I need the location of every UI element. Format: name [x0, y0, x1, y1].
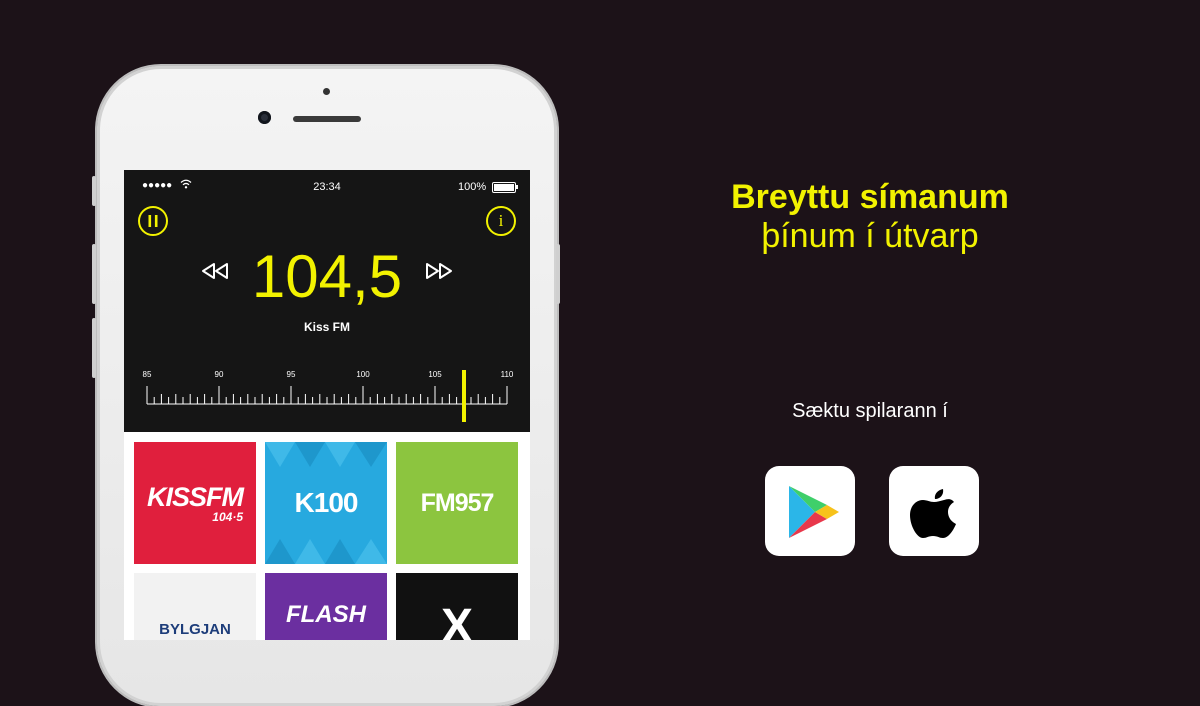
frequency-dial[interactable]: 85 90 95 100 105 110	[142, 370, 513, 410]
front-camera	[258, 111, 271, 124]
info-button[interactable]: i	[486, 206, 516, 236]
google-play-button[interactable]	[765, 466, 855, 556]
google-play-icon	[789, 486, 839, 538]
dial-label: 110	[500, 370, 514, 379]
volume-up-button	[92, 244, 96, 304]
station-tile-label: X	[440, 600, 473, 640]
dial-label: 100	[356, 370, 370, 379]
dial-label: 95	[286, 370, 296, 379]
dial-label: 85	[142, 370, 152, 379]
proximity-sensor	[323, 88, 330, 95]
promo-headline: Breyttu símanum þínum í útvarp	[620, 178, 1120, 256]
apple-icon	[910, 489, 956, 538]
station-tile-label: KISSFM	[146, 481, 244, 512]
mute-switch	[92, 176, 96, 206]
status-bar: ●●●●● 23:34 100%	[124, 170, 530, 204]
battery-icon	[492, 182, 516, 193]
dial-label: 90	[214, 370, 224, 379]
earpiece-speaker	[293, 116, 361, 122]
station-tile-fm957[interactable]: FM957	[396, 442, 518, 564]
power-button	[556, 244, 560, 304]
pause-button[interactable]	[138, 206, 168, 236]
station-tile-sub: 104·5	[212, 509, 243, 524]
battery-tip	[516, 185, 518, 189]
station-grid: KISSFM 104·5 K100 FM957 BYLGJAN FLASH X	[124, 432, 530, 640]
dial-scale	[146, 386, 508, 405]
info-icon: i	[498, 211, 504, 230]
volume-down-button	[92, 318, 96, 378]
station-tile-label: FLASH	[286, 601, 366, 628]
station-tile-label: FM957	[420, 488, 495, 517]
skip-forward-button[interactable]	[424, 262, 454, 286]
station-tile-label: K100	[294, 487, 359, 518]
battery-percent: 100%	[458, 181, 487, 193]
frequency-display: 104,5	[251, 243, 403, 310]
station-name: Kiss FM	[303, 320, 350, 334]
tuner-needle[interactable]	[461, 370, 466, 422]
headline-line-2: þínum í útvarp	[761, 217, 979, 255]
app-store-button[interactable]	[889, 466, 979, 556]
phone-screen: ●●●●● 23:34 100% i 104,5 Kiss FM 85 90 95 1…	[124, 170, 530, 640]
headline-line-1: Breyttu símanum	[731, 178, 1009, 216]
dial-label: 105	[428, 370, 442, 379]
station-tile-kissfm[interactable]: KISSFM 104·5	[134, 442, 256, 564]
download-text: Sæktu spilarann í	[792, 400, 948, 422]
pause-icon	[148, 215, 158, 227]
fast-forward-icon	[426, 263, 452, 279]
station-tile-k100[interactable]: K100	[265, 442, 387, 564]
